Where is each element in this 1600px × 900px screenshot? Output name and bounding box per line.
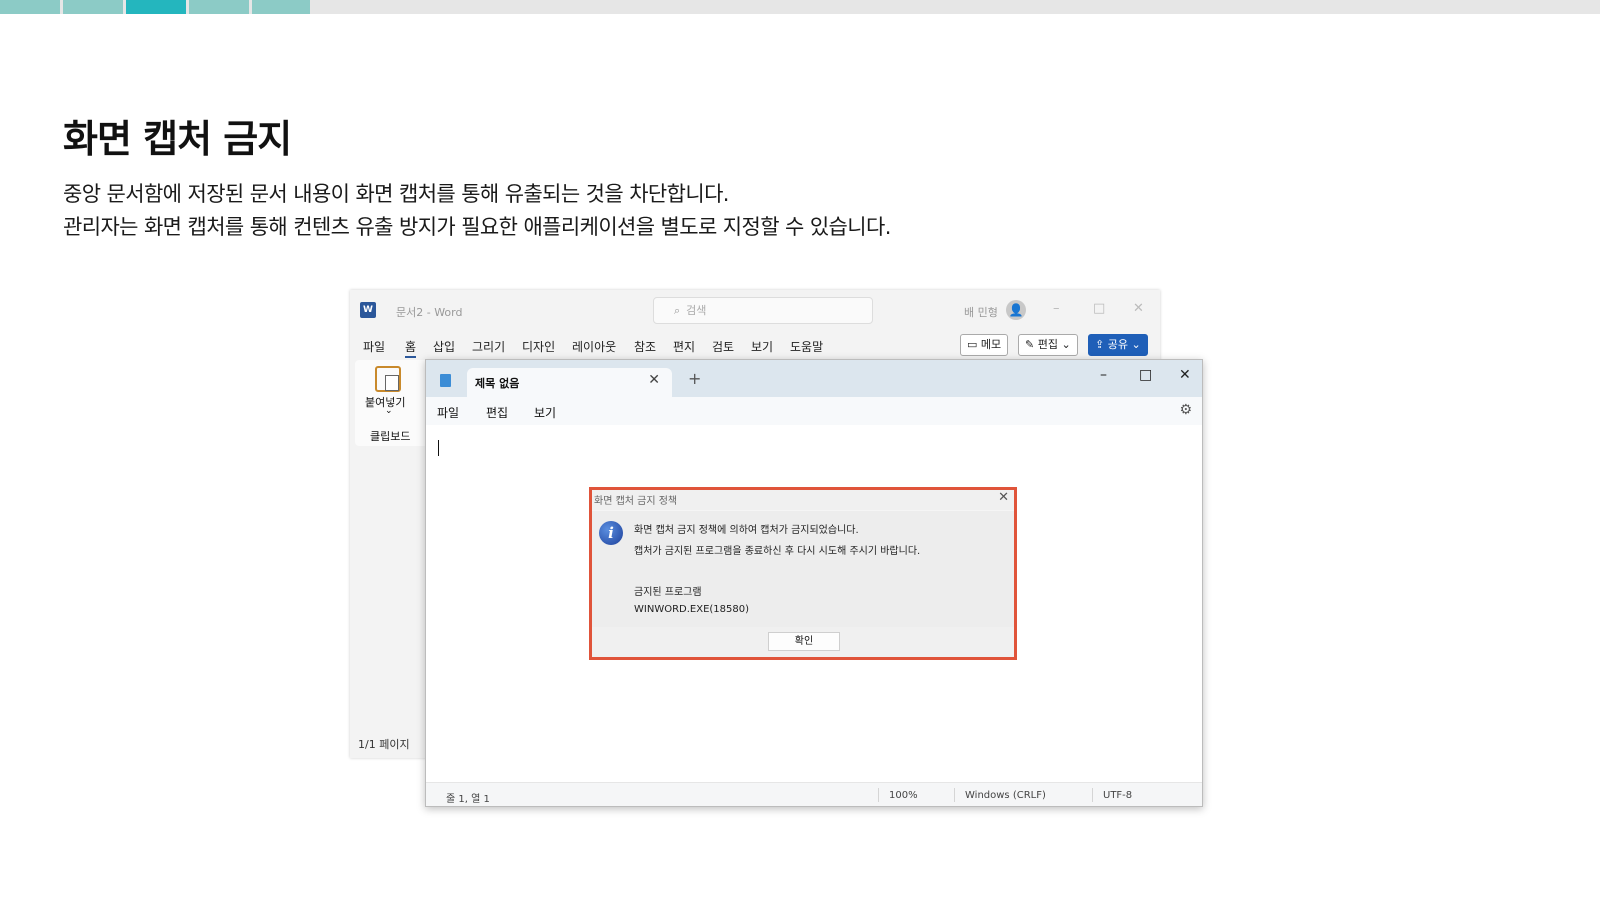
close-button[interactable]: ✕ [1133, 301, 1144, 316]
user-avatar-icon[interactable]: 👤 [1006, 300, 1026, 320]
close-icon[interactable]: ✕ [998, 490, 1009, 505]
status-divider [878, 788, 879, 802]
tab-title: 제목 없음 [475, 377, 520, 390]
slide-description: 중앙 문서함에 저장된 문서 내용이 화면 캡처를 통해 유출되는 것을 차단합… [63, 178, 891, 244]
memo-button[interactable]: ▭ 메모 [960, 334, 1009, 356]
close-tab-icon[interactable]: ✕ [648, 372, 660, 388]
comment-icon: ▭ [967, 338, 981, 351]
chevron-down-icon: ⌄ [1127, 338, 1141, 351]
tab-help[interactable]: 도움말 [790, 338, 823, 355]
new-tab-button[interactable]: + [688, 371, 701, 387]
tab-view[interactable]: 보기 [751, 338, 773, 355]
capture-block-dialog: 화면 캡처 금지 정책 ✕ i 화면 캡처 금지 정책에 의하여 캡처가 금지되… [589, 487, 1017, 660]
strip-segment [252, 0, 310, 14]
blocked-program-heading: 금지된 프로그램 [634, 587, 702, 598]
dialog-message-line-2: 캡처가 금지된 프로그램을 종료하신 후 다시 시도해 주시기 바랍니다. [634, 546, 921, 557]
menu-edit[interactable]: 편집 [486, 404, 508, 421]
word-page-status: 1/1 페이지 [358, 738, 410, 751]
word-search-box[interactable]: ⌕ 검색 [653, 297, 873, 324]
slide-title: 화면 캡처 금지 [63, 117, 292, 161]
dialog-message-line-1: 화면 캡처 금지 정책에 의하여 캡처가 금지되었습니다. [634, 525, 859, 536]
share-button[interactable]: ⇪ 공유 ⌄ [1088, 334, 1148, 356]
share-icon: ⇪ [1095, 338, 1108, 351]
word-user-name: 배 민형 [964, 306, 998, 319]
line-ending[interactable]: Windows (CRLF) [965, 790, 1046, 801]
minimize-button[interactable]: – [1100, 367, 1107, 383]
blocked-program-name: WINWORD.EXE(18580) [634, 604, 750, 615]
paste-icon[interactable] [375, 366, 401, 392]
tab-file[interactable]: 파일 [363, 338, 385, 355]
tab-home[interactable]: 홈 [405, 338, 417, 358]
clipboard-group-label: 클립보드 [370, 430, 411, 443]
encoding[interactable]: UTF-8 [1103, 790, 1132, 801]
gear-icon[interactable]: ⚙ [1179, 402, 1192, 418]
ok-button[interactable]: 확인 [768, 632, 840, 651]
share-label: 공유 [1107, 338, 1128, 351]
tab-references[interactable]: 참조 [634, 338, 656, 355]
pencil-icon: ✎ [1025, 338, 1038, 351]
maximize-button[interactable]: □ [1139, 367, 1152, 383]
memo-label: 메모 [980, 338, 1002, 351]
notepad-tab[interactable]: 제목 없음 ✕ [467, 368, 672, 397]
cursor-position: 줄 1, 열 1 [446, 794, 490, 805]
edit-button[interactable]: ✎ 편집 ⌄ [1018, 334, 1078, 356]
chevron-down-icon: ⌄ [1057, 338, 1071, 351]
close-button[interactable]: ✕ [1179, 367, 1191, 383]
search-placeholder: 검색 [686, 304, 707, 317]
edit-label: 편집 [1037, 338, 1058, 351]
word-ribbon-tabs: 파일 홈 삽입 그리기 디자인 레이아웃 참조 편지 검토 보기 도움말 ▭ 메… [350, 334, 1160, 358]
description-line-2: 관리자는 화면 캡처를 통해 컨텐츠 유출 방지가 필요한 애플리케이션을 별도… [63, 215, 891, 239]
strip-segment-active [126, 0, 186, 14]
dialog-body: i 화면 캡처 금지 정책에 의하여 캡처가 금지되었습니다. 캡처가 금지된 … [592, 510, 1014, 627]
tab-insert[interactable]: 삽입 [433, 338, 455, 355]
description-line-1: 중앙 문서함에 저장된 문서 내용이 화면 캡처를 통해 유출되는 것을 차단합… [63, 182, 729, 206]
progress-strip [0, 0, 1600, 14]
tab-design[interactable]: 디자인 [522, 338, 555, 355]
strip-segment [63, 0, 123, 14]
menu-view[interactable]: 보기 [534, 404, 556, 421]
info-icon: i [599, 521, 623, 545]
tab-draw[interactable]: 그리기 [472, 338, 505, 355]
search-icon: ⌕ [674, 304, 681, 317]
clipboard-group: 붙여넣기 ⌄ 클립보드 [355, 360, 430, 446]
strip-segment [0, 0, 60, 14]
minimize-button[interactable]: – [1053, 301, 1060, 316]
tab-mailings[interactable]: 편지 [673, 338, 695, 355]
word-titlebar: W 문서2 - Word ⌕ 검색 배 민형 👤 – □ ✕ [350, 290, 1160, 330]
menu-file[interactable]: 파일 [437, 404, 459, 421]
notepad-tabbar: 제목 없음 ✕ + – □ ✕ [426, 360, 1202, 397]
tab-review[interactable]: 검토 [712, 338, 734, 355]
word-logo-icon: W [360, 302, 376, 318]
tab-layout[interactable]: 레이아웃 [572, 338, 616, 355]
notepad-icon [440, 374, 451, 387]
status-divider [954, 788, 955, 802]
word-document-title: 문서2 - Word [396, 306, 463, 319]
notepad-menubar: 파일 편집 보기 ⚙ [426, 397, 1202, 425]
text-caret [438, 440, 439, 456]
strip-segment [189, 0, 249, 14]
notepad-statusbar: 줄 1, 열 1 100% Windows (CRLF) UTF-8 [426, 782, 1202, 806]
dialog-title: 화면 캡처 금지 정책 [594, 496, 678, 507]
status-divider [1092, 788, 1093, 802]
maximize-button[interactable]: □ [1093, 301, 1105, 316]
chevron-down-icon[interactable]: ⌄ [385, 406, 393, 416]
zoom-level[interactable]: 100% [889, 790, 918, 801]
